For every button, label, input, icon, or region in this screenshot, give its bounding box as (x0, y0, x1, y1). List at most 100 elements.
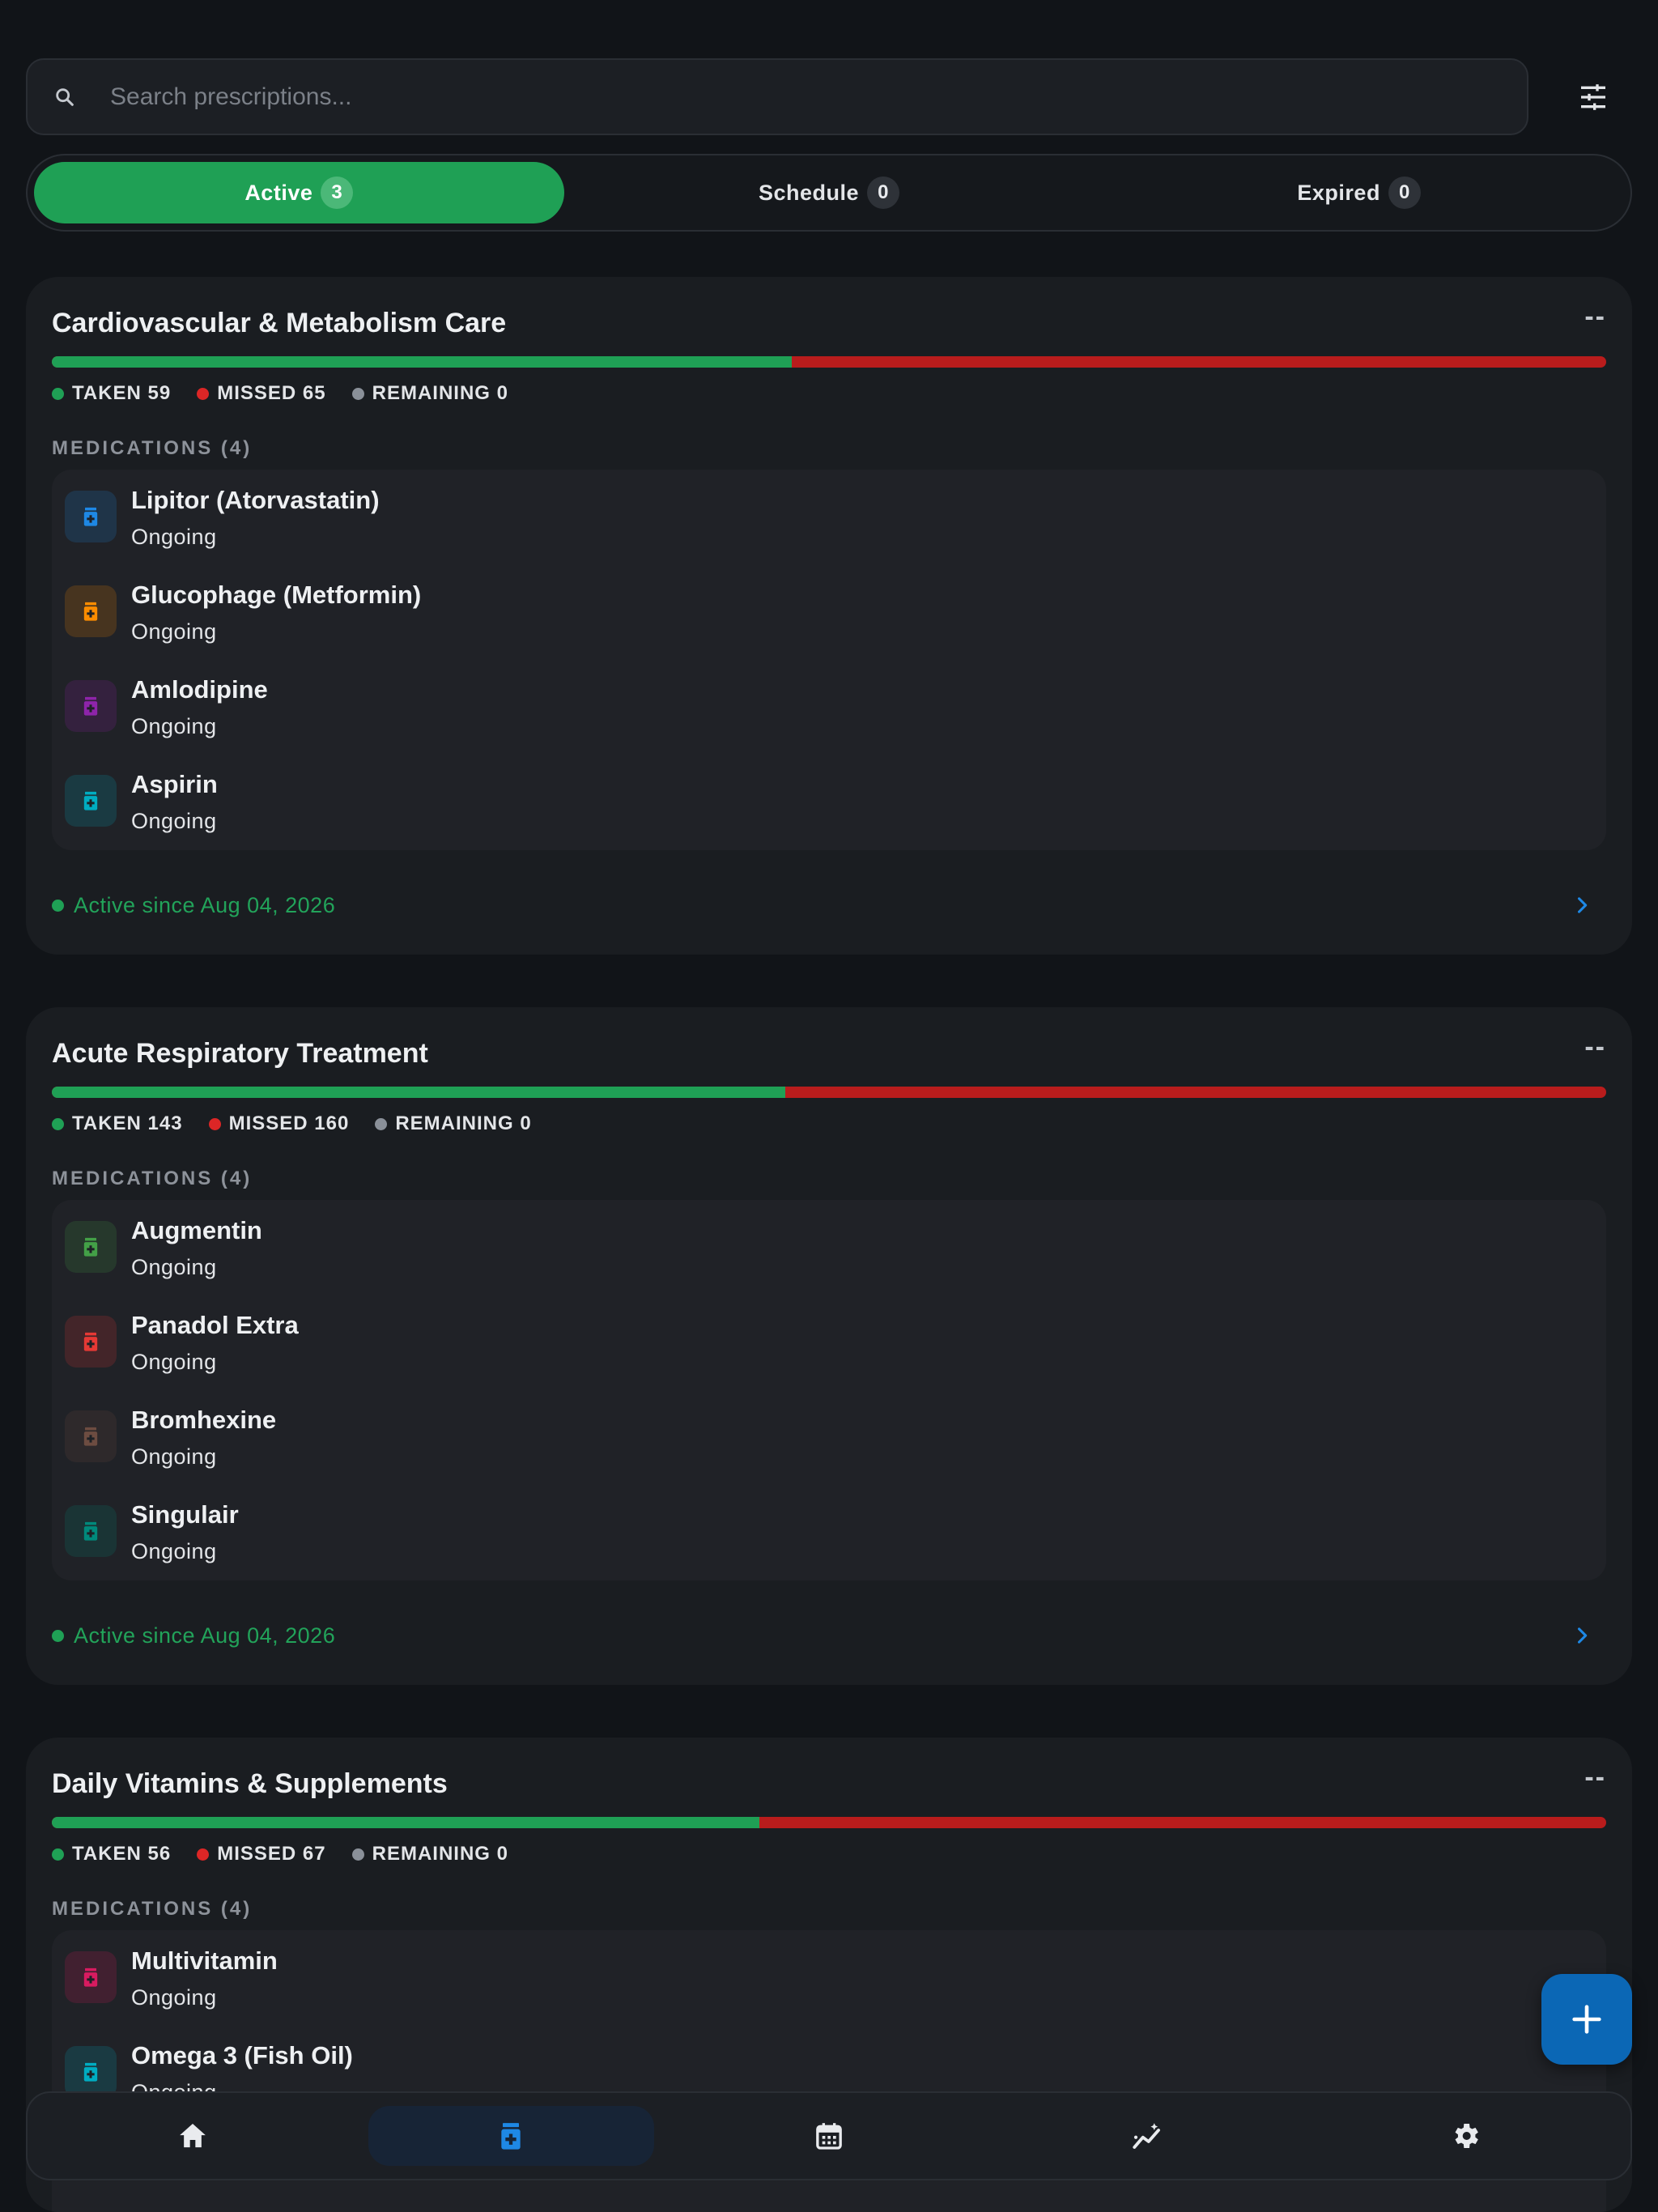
stat-taken-label: TAKEN 143 (72, 1112, 183, 1134)
analytics-icon (1133, 2123, 1160, 2149)
settings-icon (1455, 2124, 1478, 2148)
stat-taken: TAKEN 143 (52, 1112, 183, 1135)
active-status-dot-icon (52, 899, 64, 912)
medication-icon (65, 775, 117, 827)
tab-label: Schedule (758, 180, 860, 205)
card-title: Cardiovascular & Metabolism Care (52, 308, 507, 338)
medication-item[interactable]: Amlodipine Ongoing (52, 659, 1606, 754)
adherence-stats: TAKEN 143 MISSED 160 REMAINING 0 (52, 1112, 558, 1135)
stat-missed: MISSED 67 (197, 1843, 325, 1865)
remaining-dot-icon (351, 387, 364, 400)
stat-taken: TAKEN 56 (52, 1843, 171, 1865)
stat-remaining-label: REMAINING 0 (395, 1112, 532, 1134)
medication-name: Augmentin (131, 1216, 262, 1244)
adherence-progress-bar (52, 356, 1606, 368)
medication-list: Augmentin Ongoing Panadol Extra Ongoing Br… (52, 1200, 1606, 1580)
medication-icon (65, 491, 117, 542)
prescription-card[interactable]: Cardiovascular & Metabolism Care -- TAKE… (26, 277, 1632, 955)
medication-item[interactable]: Glucophage (Metformin) Ongoing (52, 564, 1606, 659)
stat-taken-label: TAKEN 59 (72, 382, 172, 404)
medication-icon (65, 680, 117, 732)
medication-name: Lipitor (Atorvastatin) (131, 486, 380, 514)
card-title: Acute Respiratory Treatment (52, 1038, 428, 1069)
nav-analytics[interactable] (1004, 2106, 1290, 2166)
medications-heading: MEDICATIONS (4) (52, 1168, 253, 1189)
adherence-stats: TAKEN 56 MISSED 67 REMAINING 0 (52, 1843, 534, 1865)
tune-icon (1581, 84, 1605, 110)
prescription-card[interactable]: Acute Respiratory Treatment -- TAKEN 143… (26, 1007, 1632, 1685)
medication-status: Ongoing (131, 1350, 217, 1374)
medication-icon (501, 2123, 521, 2150)
stat-missed-label: MISSED 65 (217, 382, 326, 404)
medication-status: Ongoing (131, 1985, 217, 2010)
medication-status: Ongoing (131, 809, 217, 833)
tab-count-badge: 0 (1388, 177, 1421, 209)
home-icon (180, 2124, 206, 2148)
stat-missed: MISSED 160 (208, 1112, 350, 1135)
medication-status: Ongoing (131, 1444, 217, 1469)
medication-item[interactable]: Panadol Extra Ongoing (52, 1295, 1606, 1389)
progress-taken-fill (52, 1817, 759, 1828)
medication-name: Omega 3 (Fish Oil) (131, 2041, 353, 2069)
tab-active[interactable]: Active 3 (34, 162, 564, 223)
missed-dot-icon (197, 387, 210, 400)
chevron-right-icon (1577, 897, 1588, 913)
remaining-dot-icon (351, 1848, 364, 1861)
active-since-text: Active since Aug 04, 2026 (74, 892, 336, 917)
remaining-dot-icon (375, 1117, 388, 1130)
medication-name: Amlodipine (131, 675, 268, 704)
card-footer[interactable]: Active since Aug 04, 2026 (52, 889, 1606, 921)
stat-remaining-label: REMAINING 0 (372, 1843, 508, 1865)
card-menu-button[interactable]: -- (1584, 1032, 1606, 1063)
stat-remaining-label: REMAINING 0 (372, 382, 508, 404)
medication-icon (65, 1410, 117, 1462)
stat-missed: MISSED 65 (197, 382, 325, 405)
filter-button[interactable] (1567, 78, 1619, 117)
active-since-text: Active since Aug 04, 2026 (74, 1623, 336, 1648)
search-input[interactable] (110, 83, 1527, 111)
taken-dot-icon (52, 387, 64, 400)
stat-taken: TAKEN 59 (52, 382, 171, 405)
medication-icon (65, 1221, 117, 1273)
medication-icon (65, 585, 117, 637)
nav-home[interactable] (50, 2106, 336, 2166)
progress-taken-fill (52, 356, 792, 368)
stat-remaining: REMAINING 0 (351, 382, 508, 405)
taken-dot-icon (52, 1848, 64, 1861)
taken-dot-icon (52, 1117, 64, 1130)
medication-name: Aspirin (131, 770, 218, 798)
tab-label: Expired (1297, 180, 1380, 205)
medication-item[interactable]: Augmentin Ongoing (52, 1200, 1606, 1295)
tab-count-badge: 0 (867, 177, 900, 209)
medication-item[interactable]: Lipitor (Atorvastatin) Ongoing (52, 470, 1606, 564)
tab-schedule[interactable]: Schedule 0 (564, 162, 1095, 223)
medication-item[interactable]: Multivitamin Ongoing (52, 1930, 1606, 2025)
medication-icon (65, 2046, 117, 2098)
prescriptions-screen: Active 3 Schedule 0 Expired 0 Cardiovasc… (0, 0, 1658, 2212)
medication-list: Lipitor (Atorvastatin) Ongoing Glucophage… (52, 470, 1606, 850)
card-menu-button[interactable]: -- (1584, 301, 1606, 333)
medication-name: Bromhexine (131, 1406, 277, 1434)
nav-calendar[interactable] (687, 2106, 972, 2166)
medication-name: Glucophage (Metformin) (131, 581, 422, 609)
tab-expired[interactable]: Expired 0 (1094, 162, 1624, 223)
medication-name: Singulair (131, 1500, 239, 1529)
medication-status: Ongoing (131, 1255, 217, 1279)
medication-item[interactable]: Aspirin Ongoing (52, 754, 1606, 849)
nav-settings[interactable] (1322, 2106, 1608, 2166)
adherence-progress-bar (52, 1817, 1606, 1828)
nav-prescriptions[interactable] (368, 2106, 654, 2166)
medication-item[interactable]: Singulair Ongoing (52, 1484, 1606, 1579)
plus-icon (1572, 2005, 1601, 2034)
chevron-right-icon (1577, 1627, 1588, 1644)
adherence-stats: TAKEN 59 MISSED 65 REMAINING 0 (52, 382, 534, 405)
card-menu-button[interactable]: -- (1584, 1762, 1606, 1793)
add-prescription-button[interactable] (1541, 1974, 1632, 2065)
medications-heading: MEDICATIONS (4) (52, 1898, 253, 1920)
search-bar[interactable] (26, 58, 1528, 135)
card-footer[interactable]: Active since Aug 04, 2026 (52, 1619, 1606, 1652)
medication-status: Ongoing (131, 619, 217, 644)
progress-taken-fill (52, 1087, 786, 1098)
medication-item[interactable]: Bromhexine Ongoing (52, 1389, 1606, 1484)
stat-missed-label: MISSED 160 (228, 1112, 350, 1134)
